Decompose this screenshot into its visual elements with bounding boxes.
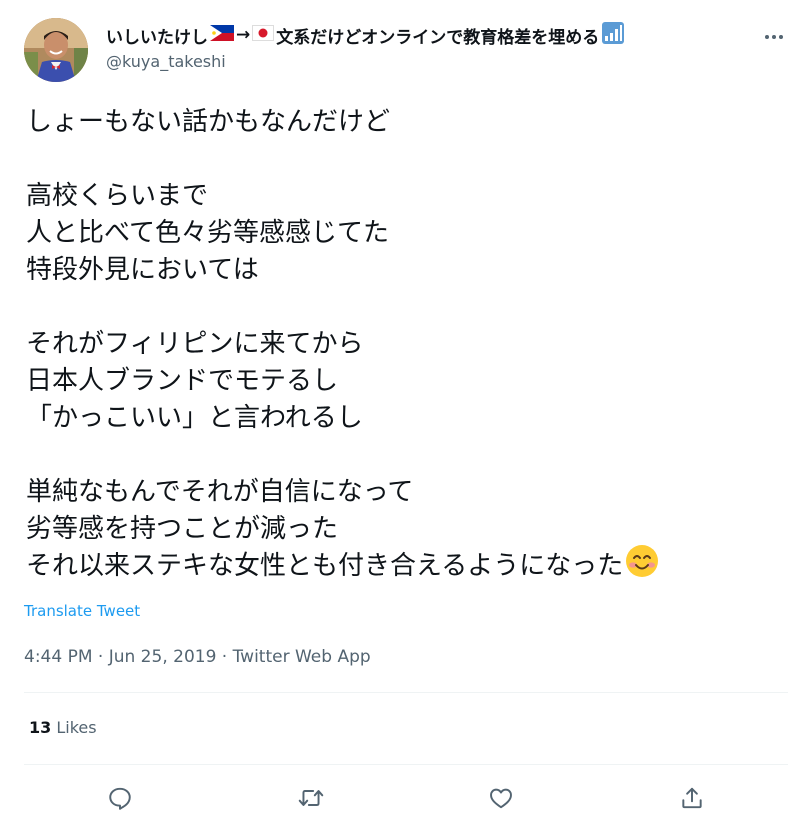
tweet-line: 「かっこいい」と言われるし [26,403,363,433]
tweet-text: しょーもない話かもなんだけど 高校くらいまで 人と比べて色々劣等感感じてた 特段… [26,104,786,585]
divider [24,692,788,693]
more-button[interactable] [756,24,792,50]
tweet-line: 日本人ブランドでモテるし [26,366,339,396]
avatar-image [24,18,88,82]
tweet-line: 特段外見においては [26,255,259,285]
tweet-last-line: それ以来ステキな女性とも付き合えるようになった [26,545,786,585]
tweet: いしいたけし → 文系だけどオンラインで教育格差を埋める @kuya_takes… [0,0,804,832]
tweet-meta: 4:44 PM · Jun 25, 2019 · Twitter Web App [24,647,371,667]
tweet-time[interactable]: 4:44 PM [24,647,93,667]
tweet-line: 高校くらいまで [26,181,209,211]
author-handle[interactable]: @kuya_takeshi [106,52,226,71]
signal-bars-icon [602,22,625,48]
heart-icon [490,788,512,809]
translate-tweet-link[interactable]: Translate Tweet [24,602,140,620]
author-name-suffix: 文系だけどオンラインで教育格差を埋める [276,27,600,48]
action-bar [24,776,788,820]
share-icon [682,787,702,809]
like-button[interactable] [479,776,523,820]
tweet-line: しょーもない話かもなんだけど [26,107,391,137]
tweet-line [26,289,786,326]
tweet-line: それがフィリピンに来てから [26,329,364,359]
author-name-prefix: いしいたけし [106,27,208,48]
likes-label: Likes [56,718,97,737]
reply-icon [109,787,131,810]
meta-separator: · [92,647,109,667]
tweet-source[interactable]: Twitter Web App [233,647,371,667]
arrow-text: → [236,25,251,45]
tweet-line: それ以来ステキな女性とも付き合えるようになった [26,551,624,581]
more-icon [765,35,783,39]
japan-flag-icon [252,25,275,45]
avatar[interactable] [24,18,88,82]
reply-button[interactable] [98,776,142,820]
share-button[interactable] [670,776,714,820]
likes-stat[interactable]: 13 Likes [29,718,97,737]
philippines-flag-icon [210,25,234,45]
tweet-line [26,141,786,178]
tweet-line: 単純なもんでそれが自信になって [26,477,414,507]
retweet-icon [298,790,324,806]
smiling-face-icon [625,544,659,589]
retweet-button[interactable] [289,776,333,820]
divider [24,764,788,765]
likes-count: 13 [29,718,52,737]
tweet-line: 劣等感を持つことが減った [26,514,339,544]
tweet-line: 人と比べて色々劣等感感じてた [26,218,389,248]
tweet-line [26,437,786,474]
author-name-row[interactable]: いしいたけし → 文系だけどオンラインで教育格差を埋める [106,22,625,48]
tweet-date[interactable]: Jun 25, 2019 [109,647,217,667]
meta-separator: · [216,647,233,667]
